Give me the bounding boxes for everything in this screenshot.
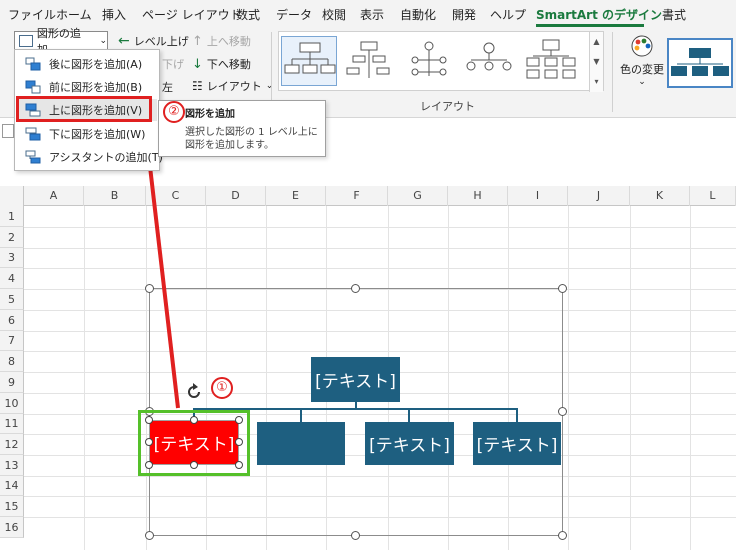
tooltip-title: 図形を追加	[185, 109, 235, 120]
tooltip-description: 選択した図形の 1 レベル上に図形を追加します。	[185, 127, 318, 151]
menu-item-add-before[interactable]: 前に図形を追加(B)	[19, 76, 157, 98]
add-assistant-icon	[25, 150, 41, 164]
menu-item-label: 下に図形を追加(W)	[49, 128, 146, 141]
menu-item-label: 後に図形を追加(A)	[49, 58, 143, 71]
menu-item-add-below[interactable]: 下に図形を追加(W)	[19, 123, 157, 145]
menu-item-add-after[interactable]: 後に図形を追加(A)	[19, 53, 157, 75]
menu-highlight-frame	[16, 96, 152, 122]
menu-item-add-assistant[interactable]: アシスタントの追加(T)	[19, 146, 163, 168]
add-shape-before-icon	[25, 80, 41, 94]
add-shape-after-icon	[25, 57, 41, 71]
menu-item-label: 前に図形を追加(B)	[49, 81, 143, 94]
step-2-marker: ②	[163, 101, 185, 123]
menu-item-label: アシスタントの追加(T)	[49, 151, 163, 164]
add-shape-below-icon	[25, 127, 41, 141]
